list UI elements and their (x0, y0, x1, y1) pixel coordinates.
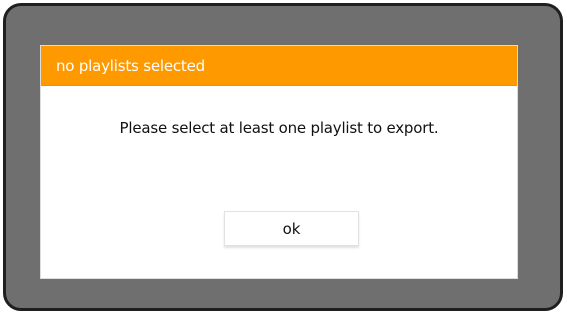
ok-button-label: ok (282, 219, 301, 238)
ok-button[interactable]: ok (224, 211, 359, 246)
dialog-title-bar: no playlists selected (41, 46, 517, 86)
dialog-message: Please select at least one playlist to e… (119, 119, 439, 137)
alert-dialog: no playlists selected Please select at l… (40, 45, 518, 279)
dialog-title: no playlists selected (56, 56, 205, 75)
dialog-body: Please select at least one playlist to e… (41, 86, 517, 278)
